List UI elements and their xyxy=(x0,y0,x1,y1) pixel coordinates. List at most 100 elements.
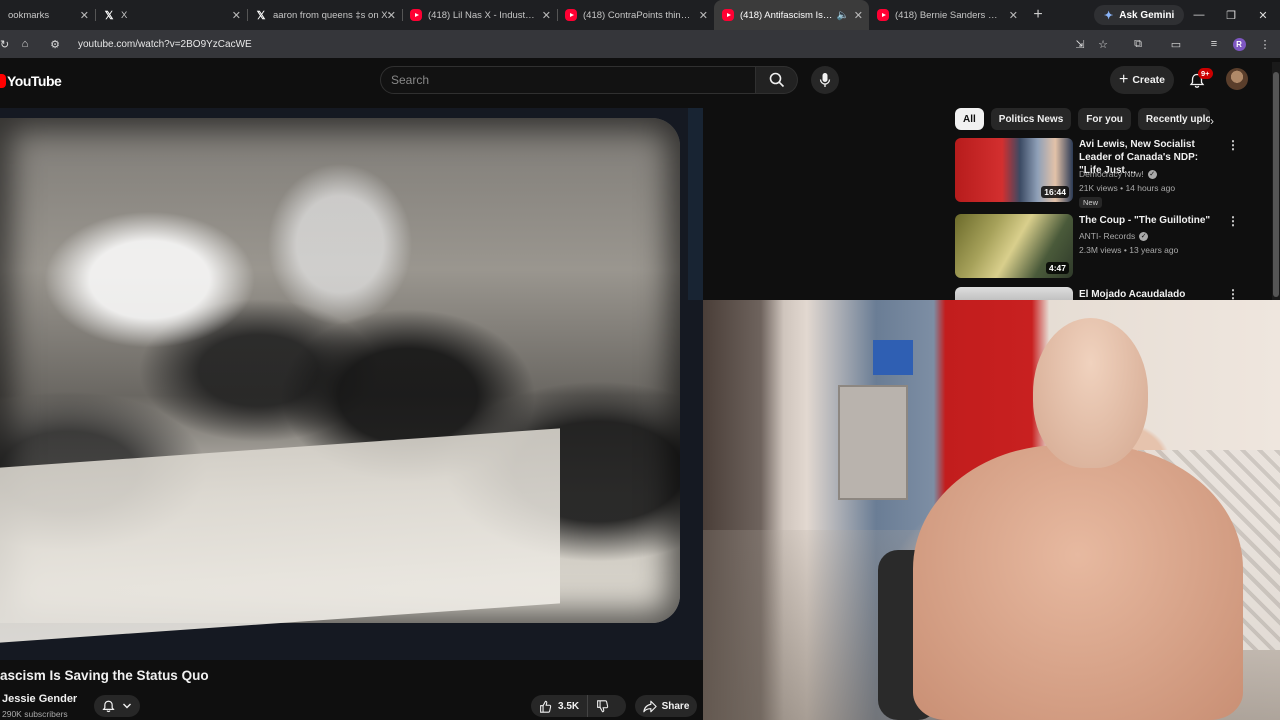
home-icon[interactable]: ⌂ xyxy=(14,38,36,50)
recommendation-channel[interactable]: ANTI- Records ✓ xyxy=(1079,231,1149,241)
chevron-down-icon xyxy=(123,703,132,709)
player-background-panel xyxy=(688,108,703,300)
youtube-header: YouTube + Create 9+ xyxy=(0,58,1280,103)
like-count: 3.5K xyxy=(558,700,580,712)
recommendation-item[interactable]: 4:47 The Coup - "The Guillotine" ANTI- R… xyxy=(955,214,1275,284)
subscription-bell-button[interactable] xyxy=(94,695,140,717)
webcam-shelf xyxy=(838,385,908,500)
tab-lil-nas-x[interactable]: (418) Lil Nas X - Industry Bab ✕ xyxy=(402,0,557,30)
more-actions-icon[interactable]: ⋮ xyxy=(1227,287,1239,300)
tab-bernie-sanders[interactable]: (418) Bernie Sanders SCHO ✕ xyxy=(869,0,1024,30)
search-input[interactable] xyxy=(381,67,755,93)
tab-antifascism[interactable]: (418) Antifascism Is Savi 🔈 ✕ xyxy=(714,0,869,30)
chip-all[interactable]: All xyxy=(955,108,984,130)
recommendation-item[interactable]: El Mojado Acaudalado ⋮ xyxy=(955,287,1275,300)
share-button[interactable]: Share xyxy=(635,695,697,717)
video-thumbnail[interactable]: 4:47 xyxy=(955,214,1073,278)
bookmark-star-icon[interactable]: ☆ xyxy=(1092,30,1114,58)
video-thumbnail[interactable]: 16:44 xyxy=(955,138,1073,202)
video-thumbnail[interactable] xyxy=(955,287,1073,300)
split-view-icon[interactable]: ▭ xyxy=(1165,30,1187,58)
recommendation-item[interactable]: 16:44 Avi Lewis, New Socialist Leader of… xyxy=(955,138,1275,208)
site-info-icon[interactable]: ⚙ xyxy=(44,38,66,51)
more-actions-icon[interactable]: ⋮ xyxy=(1227,214,1239,228)
reload-icon[interactable]: ↻ xyxy=(0,38,9,51)
youtube-icon xyxy=(565,9,577,21)
install-app-icon[interactable]: ⇲ xyxy=(1069,30,1091,58)
speaker-icon[interactable]: 🔈 xyxy=(837,10,849,21)
recommendation-title[interactable]: The Coup - "The Guillotine" xyxy=(1079,214,1221,227)
verified-check-icon: ✓ xyxy=(1147,169,1157,179)
close-icon[interactable]: ✕ xyxy=(542,9,551,22)
video-player[interactable] xyxy=(0,108,703,660)
like-button[interactable]: 3.5K xyxy=(531,695,589,717)
tab-contrapoints[interactable]: (418) ContraPoints thinks yo ✕ xyxy=(557,0,714,30)
thumbs-up-icon xyxy=(540,700,552,713)
youtube-play-icon xyxy=(0,74,6,88)
extensions-icon[interactable]: ⧉ xyxy=(1127,30,1149,58)
channel-label: ANTI- Records xyxy=(1079,231,1136,241)
voice-search-button[interactable] xyxy=(811,66,839,94)
youtube-logo[interactable]: YouTube xyxy=(0,73,62,89)
close-icon[interactable]: ✕ xyxy=(80,9,89,22)
scrollbar-thumb[interactable] xyxy=(1273,72,1279,297)
new-tab-button[interactable]: + xyxy=(1024,6,1052,24)
browser-tab-strip: ookmarks ✕ 𝕏 X ✕ 𝕏 aaron from queens ‡s … xyxy=(0,0,1280,30)
account-avatar[interactable] xyxy=(1226,68,1248,90)
tab-title: (418) Lil Nas X - Industry Bab xyxy=(428,9,549,21)
ask-gemini-label: Ask Gemini xyxy=(1119,9,1175,21)
tab-title: aaron from queens ‡s on X: xyxy=(273,9,391,21)
youtube-icon xyxy=(722,9,734,21)
more-actions-icon[interactable]: ⋮ xyxy=(1227,138,1239,152)
channel-name[interactable]: Jessie Gender xyxy=(2,693,77,705)
close-icon[interactable]: ✕ xyxy=(854,9,863,22)
video-title: ascism Is Saving the Status Quo xyxy=(0,668,209,683)
window-close-button[interactable]: ✕ xyxy=(1247,0,1279,30)
youtube-icon xyxy=(410,9,422,21)
x-logo-icon: 𝕏 xyxy=(104,9,114,22)
search-box xyxy=(380,66,756,94)
minimize-button[interactable]: — xyxy=(1183,0,1215,30)
like-dislike-group: 3.5K xyxy=(531,695,626,717)
search-button[interactable] xyxy=(756,66,798,94)
verified-check-icon: ✓ xyxy=(1139,231,1149,241)
duration-badge: 16:44 xyxy=(1041,186,1069,198)
chip-for-you[interactable]: For you xyxy=(1078,108,1131,130)
youtube-wordmark: YouTube xyxy=(7,73,62,89)
filter-chips: All Politics News For you Recently uploa xyxy=(955,108,1217,130)
tab-title: ookmarks xyxy=(8,9,50,21)
chevron-right-icon[interactable]: › xyxy=(1210,114,1214,128)
create-button[interactable]: + Create xyxy=(1110,66,1174,94)
profile-avatar[interactable]: R xyxy=(1228,30,1250,58)
thumbs-down-icon xyxy=(597,699,609,712)
dislike-button[interactable] xyxy=(588,695,617,717)
profile-initial: R xyxy=(1232,37,1246,51)
close-icon[interactable]: ✕ xyxy=(699,9,708,22)
recommendation-meta: 2.3M views • 13 years ago xyxy=(1079,245,1179,255)
webcam-person-head xyxy=(1033,318,1148,468)
close-icon[interactable]: ✕ xyxy=(1009,9,1018,22)
microphone-icon xyxy=(819,73,831,87)
url-text[interactable]: youtube.com/watch?v=2BO9YzCacWE xyxy=(78,39,252,50)
webcam-person-torso xyxy=(913,445,1243,720)
share-label: Share xyxy=(661,700,690,712)
menu-kebab-icon[interactable]: ⋮ xyxy=(1254,30,1276,58)
page-scrollbar[interactable] xyxy=(1272,62,1280,300)
close-icon[interactable]: ✕ xyxy=(232,9,241,22)
tab-x[interactable]: 𝕏 X ✕ xyxy=(95,0,247,30)
photo-table xyxy=(0,428,560,643)
chip-politics-news[interactable]: Politics News xyxy=(990,108,1072,130)
create-label: Create xyxy=(1132,74,1166,86)
maximize-button[interactable]: ❐ xyxy=(1215,0,1247,30)
close-icon[interactable]: ✕ xyxy=(387,9,396,22)
tab-title: (418) ContraPoints thinks yo xyxy=(583,9,703,21)
ask-gemini-button[interactable]: ✦ Ask Gemini xyxy=(1094,5,1185,25)
youtube-icon xyxy=(877,9,889,21)
media-controls-icon[interactable]: ≡ xyxy=(1203,30,1225,58)
tab-bookmarks[interactable]: ookmarks ✕ xyxy=(0,0,95,30)
recommendation-title[interactable]: El Mojado Acaudalado xyxy=(1079,288,1221,300)
chip-recently-uploaded[interactable]: Recently uploa xyxy=(1137,108,1210,130)
tab-x-aaron[interactable]: 𝕏 aaron from queens ‡s on X: ✕ xyxy=(247,0,402,30)
notification-badge: 9+ xyxy=(1198,68,1213,79)
recommendation-channel[interactable]: Democracy Now! ✓ xyxy=(1079,169,1157,179)
